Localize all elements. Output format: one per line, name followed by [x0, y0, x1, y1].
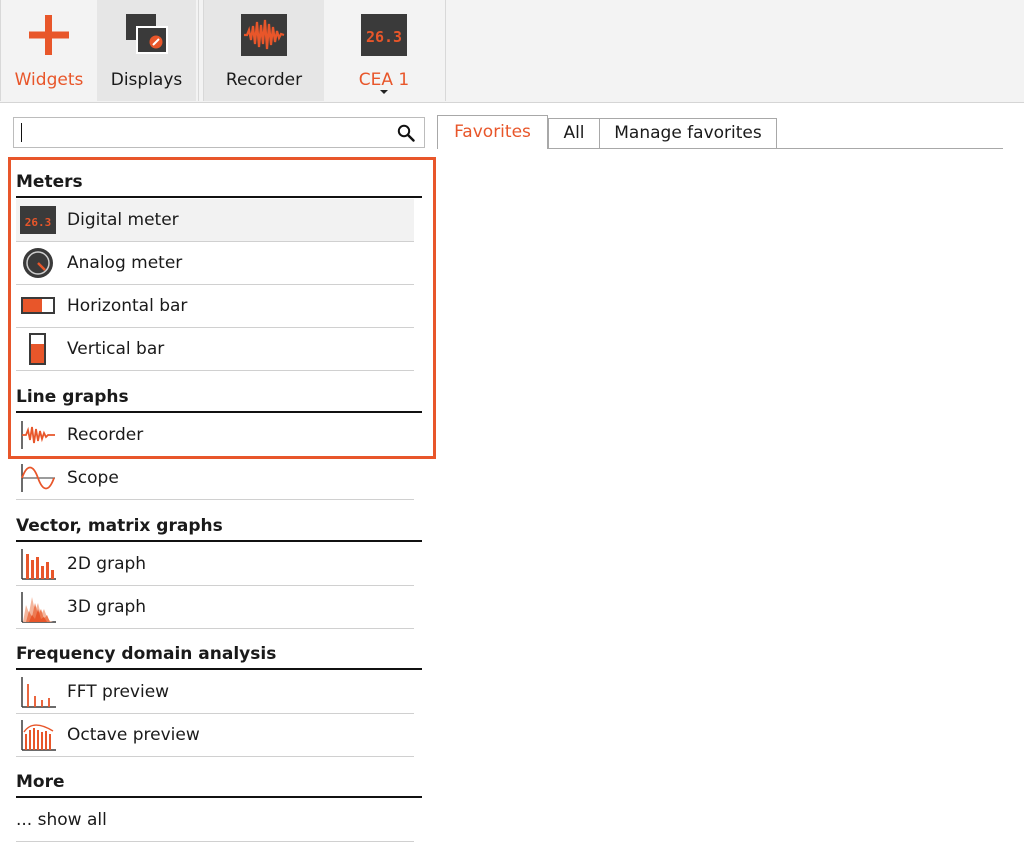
recorder-label: Recorder	[225, 70, 303, 90]
list-item-digital-meter[interactable]: 26.3 Digital meter	[16, 199, 414, 242]
list-item-scope[interactable]: Scope	[16, 457, 414, 500]
tab-baseline	[776, 148, 1003, 149]
show-all-label: ... show all	[16, 810, 107, 830]
2d-graph-icon	[21, 549, 56, 580]
recorder-cea-group: Recorder 26.3 CEA 1	[203, 0, 446, 101]
digital-meter-icon: 26.3	[20, 206, 56, 234]
list-item-recorder[interactable]: Recorder	[16, 414, 414, 457]
widgets-displays-group: Widgets Displays	[0, 0, 199, 101]
fft-preview-icon	[21, 677, 56, 708]
recorder-button[interactable]: Recorder	[204, 0, 324, 101]
show-all-link[interactable]: ... show all	[16, 799, 414, 842]
displays-icon	[125, 14, 168, 54]
tab-favorites[interactable]: Favorites	[437, 115, 548, 149]
list-item-label: Analog meter	[67, 253, 183, 273]
list-item-octave-preview[interactable]: Octave preview	[16, 714, 414, 757]
section-vector-matrix-graphs: Vector, matrix graphs	[16, 516, 422, 542]
search-icon[interactable]	[397, 124, 415, 142]
widget-search-box[interactable]	[13, 117, 425, 148]
dropdown-caret-icon	[380, 90, 388, 94]
widgets-button[interactable]: Widgets	[1, 0, 97, 101]
digital-readout-icon: 26.3	[361, 14, 407, 56]
recorder-waveform-icon	[241, 14, 287, 56]
section-frequency-domain-analysis: Frequency domain analysis	[16, 644, 422, 670]
section-meters: Meters	[16, 172, 422, 198]
list-item-3d-graph[interactable]: 3D graph	[16, 586, 414, 629]
plus-icon	[29, 15, 69, 55]
octave-preview-icon	[21, 720, 56, 751]
list-item-label: Recorder	[67, 425, 144, 445]
widgets-label: Widgets	[14, 70, 84, 90]
analog-meter-icon	[23, 248, 53, 278]
cea-icon-readout: 26.3	[366, 28, 402, 46]
digital-meter-icon-readout: 26.3	[25, 216, 52, 229]
cea-dropdown-button[interactable]: 26.3 CEA 1	[324, 0, 444, 101]
list-item-label: Scope	[67, 468, 119, 488]
list-item-label: FFT preview	[67, 682, 170, 702]
ribbon-toolbar: Widgets Displays Recorder 26.3 CEA 1	[0, 0, 1024, 103]
horizontal-bar-icon	[21, 297, 55, 314]
recorder-icon	[21, 421, 55, 449]
cea-label: CEA 1	[358, 70, 410, 90]
tab-all[interactable]: All	[548, 118, 600, 149]
list-item-fft-preview[interactable]: FFT preview	[16, 671, 414, 714]
displays-button[interactable]: Displays	[97, 0, 196, 101]
list-item-2d-graph[interactable]: 2D graph	[16, 543, 414, 586]
list-item-label: Octave preview	[67, 725, 200, 745]
list-item-label: Digital meter	[67, 210, 179, 230]
section-line-graphs: Line graphs	[16, 387, 422, 413]
list-item-analog-meter[interactable]: Analog meter	[16, 242, 414, 285]
search-input[interactable]	[20, 120, 380, 144]
list-item-label: Vertical bar	[67, 339, 165, 359]
list-item-horizontal-bar[interactable]: Horizontal bar	[16, 285, 414, 328]
3d-graph-icon	[21, 592, 56, 623]
section-more: More	[16, 772, 422, 798]
text-cursor	[21, 123, 22, 142]
list-item-label: 3D graph	[67, 597, 147, 617]
tab-manage-favorites[interactable]: Manage favorites	[599, 118, 777, 149]
displays-label: Displays	[110, 70, 183, 90]
list-item-label: 2D graph	[67, 554, 147, 574]
list-item-vertical-bar[interactable]: Vertical bar	[16, 328, 414, 371]
vertical-bar-icon	[29, 333, 46, 365]
scope-icon	[21, 464, 55, 492]
list-item-label: Horizontal bar	[67, 296, 188, 316]
